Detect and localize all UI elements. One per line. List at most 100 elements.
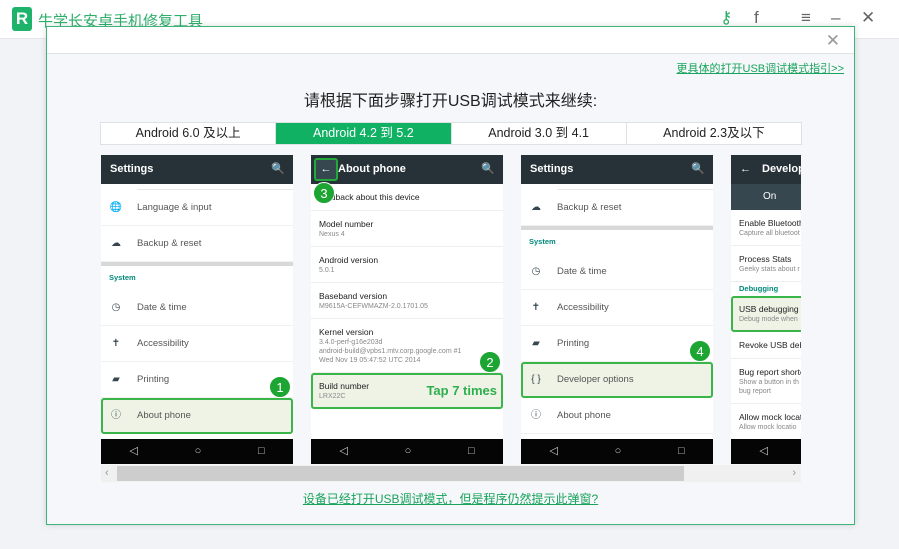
setting-label: Accessibility (557, 302, 609, 313)
setting-icon: { } (531, 374, 541, 385)
info-value: Debug mode when (739, 316, 798, 323)
close-icon[interactable]: ✕ (861, 8, 875, 28)
setting-label: Printing (557, 338, 590, 349)
back-arrow-icon: ← (740, 163, 751, 175)
info-title: Revoke USB debu (739, 340, 801, 350)
info-value: android-build@vpbs1.mtv.corp.google.com … (319, 348, 462, 355)
back-arrow-icon: ← (314, 158, 338, 181)
detailed-guide-link[interactable]: 更具体的打开USB调试模式指引>> (677, 60, 844, 76)
setting-icon: ☁ (111, 238, 121, 249)
setting-icon: ▰ (112, 374, 120, 385)
tab-android-6[interactable]: Android 6.0 及以上 (101, 123, 277, 144)
nav-home-icon: ○ (614, 445, 622, 457)
setting-icon: ⓘ (111, 410, 121, 421)
setting-label: Date & time (137, 302, 187, 313)
dialog-heading: 请根据下面步骤打开USB调试模式来继续: (303, 93, 598, 110)
info-title: feedback about this device (319, 192, 420, 202)
dialog-header: ✕ (47, 27, 854, 54)
tab-android-3-0[interactable]: Android 3.0 到 4.1 (452, 123, 627, 144)
app-logo: R (12, 7, 32, 31)
phone-body: Enable Bluetooth Capture all bluetoot Proc… (731, 210, 801, 440)
nav-home-icon: ○ (194, 445, 202, 457)
info-item: Model number Nexus 4 (311, 211, 503, 247)
setting-icon: ☁ (531, 202, 541, 213)
settings-item: ☁ Backup & reset (521, 190, 713, 226)
scroll-right-icon[interactable]: › (792, 465, 796, 482)
setting-icon: ⓘ (531, 410, 541, 421)
phone-header: ← About phone 🔍 (311, 155, 503, 184)
phone-body: ☁ Backup & reset System ◷ Date & time ✝ Access… (521, 184, 713, 434)
setting-label: Printing (137, 374, 170, 385)
nav-recent-icon: □ (257, 445, 265, 457)
tab-android-2-3[interactable]: Android 2.3及以下 (627, 123, 801, 144)
settings-item: ✝ Accessibility (101, 326, 293, 362)
info-title: Bug report shortc (739, 367, 801, 377)
android-nav-bar: ◁○□ (521, 439, 713, 464)
setting-label: Developer options (557, 374, 634, 385)
phone-header-title: Settings (530, 163, 574, 175)
setting-icon: ✝ (111, 338, 121, 349)
menu-icon[interactable]: ≡ (801, 8, 811, 28)
settings-item: 🌐 Language & input (101, 190, 293, 226)
settings-item: ◷ Date & time (521, 254, 713, 290)
still-prompting-help-link[interactable]: 设备已经打开USB调试模式，但是程序仍然提示此弹窗? (47, 490, 854, 507)
minimize-icon[interactable]: – (831, 8, 840, 28)
settings-item: ☁ Backup & reset (101, 226, 293, 262)
key-icon[interactable]: ⚷ (720, 8, 732, 28)
horizontal-scrollbar[interactable]: ‹ › (101, 465, 801, 482)
settings-item: ◷ Date & time (101, 290, 293, 326)
phone-header-title: Settings (110, 163, 154, 175)
android-nav-bar: ◁○□ (731, 439, 801, 464)
scroll-left-icon[interactable]: ‹ (105, 465, 109, 482)
setting-label: Accessibility (137, 338, 189, 349)
phone-header: Settings 🔍 (101, 155, 293, 184)
info-item: Bug report shortc Show a button in th bug … (731, 359, 801, 404)
step-badge: 1 (269, 376, 291, 398)
info-item: Build number LRX22C Tap 7 times 2 (311, 351, 503, 409)
step-badge: 2 (479, 351, 501, 373)
info-value: 5.0.1 (319, 267, 335, 274)
info-title: Enable Bluetooth (739, 218, 801, 228)
search-icon: 🔍 (691, 163, 705, 175)
section-label: System (109, 273, 136, 282)
dialog-close-icon[interactable]: ✕ (826, 31, 840, 51)
setting-label: Backup & reset (557, 202, 622, 213)
nav-back-icon: ◁ (549, 445, 558, 457)
section-label: System (529, 237, 556, 246)
info-item: Android version 5.0.1 (311, 247, 503, 283)
developer-on-bar: On (731, 184, 801, 210)
info-title: Model number (319, 219, 374, 229)
setting-label: About phone (137, 410, 191, 421)
search-icon: 🔍 (271, 163, 285, 175)
phone-header: ←Develop🔍 (731, 155, 801, 184)
android-nav-bar: ◁ ○ □ (101, 439, 293, 464)
settings-item: ✝ Accessibility (521, 290, 713, 326)
phone-header-title: About phone (338, 163, 406, 175)
nav-recent-icon: □ (467, 445, 475, 457)
info-title: Baseband version (319, 291, 388, 301)
info-value: Wed Nov 19 05:47:52 UTC 2014 (319, 357, 421, 364)
android-version-tabs: Android 6.0 及以上 Android 4.2 到 5.2 Androi… (100, 122, 802, 145)
info-item: Revoke USB debu (731, 332, 801, 359)
phone-screenshot: Settings 🔍 🌐 Language & input ☁ Backup & rese… (101, 155, 293, 464)
scrollbar-thumb[interactable] (117, 466, 684, 481)
nav-back-icon: ◁ (129, 445, 138, 457)
info-value: bug report (739, 388, 771, 395)
info-value: Allow mock locatio (739, 424, 797, 431)
settings-item: ▰ Printing (521, 326, 713, 362)
info-title: Kernel version (319, 327, 374, 337)
phone-header-title: Develop (762, 163, 801, 175)
info-value: Nexus 4 (319, 231, 345, 238)
info-title: Android version (319, 255, 379, 265)
step-badge: 3 (313, 182, 335, 204)
tab-android-4-2[interactable]: Android 4.2 到 5.2 (276, 123, 452, 144)
info-item: Kernel version 3.4.0-perf-g16e203d android… (311, 319, 503, 373)
info-title: USB debugging (739, 304, 799, 314)
setting-label: About phone (557, 410, 611, 421)
usb-debugging-dialog: ✕ 更具体的打开USB调试模式指引>> 请根据下面步骤打开USB调试模式来继续:… (46, 26, 855, 525)
setting-label: Backup & reset (137, 238, 202, 249)
settings-item: ▰ Printing (101, 362, 293, 398)
facebook-icon[interactable]: f (754, 8, 759, 28)
phone-body: 🌐 Language & input ☁ Backup & reset System ◷ D… (101, 184, 293, 434)
nav-back-icon: ◁ (759, 445, 768, 457)
